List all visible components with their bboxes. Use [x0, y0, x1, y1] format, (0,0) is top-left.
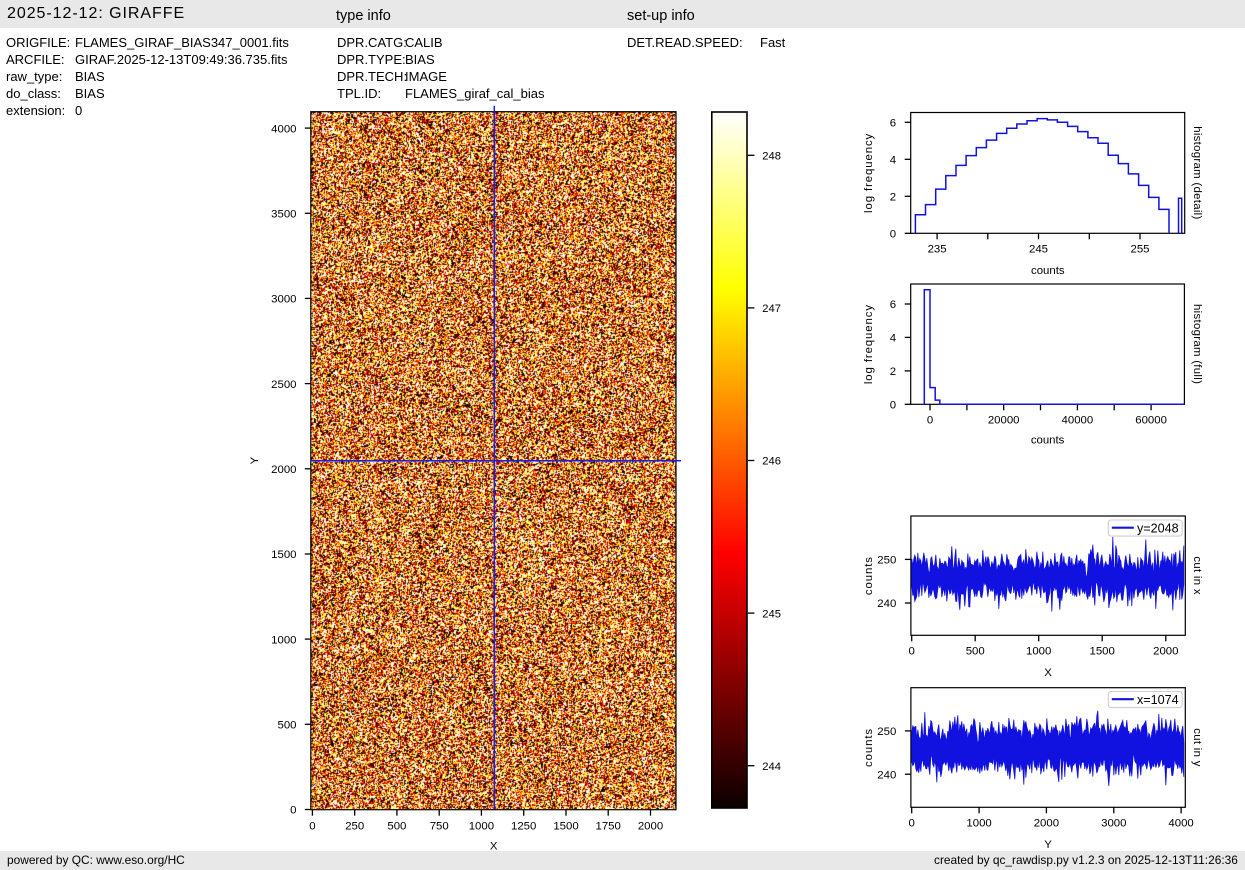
svg-text:500: 500: [387, 820, 406, 832]
svg-text:0: 0: [890, 229, 896, 241]
svg-text:counts: counts: [1031, 265, 1065, 277]
svg-text:counts: counts: [1031, 435, 1065, 447]
svg-text:248: 248: [762, 151, 781, 163]
svg-text:0: 0: [909, 646, 915, 658]
svg-text:2: 2: [890, 192, 896, 204]
svg-text:log frequency: log frequency: [863, 304, 875, 384]
svg-text:20000: 20000: [988, 415, 1020, 427]
svg-text:1500: 1500: [1090, 646, 1115, 658]
svg-text:4: 4: [890, 333, 896, 345]
svg-text:0: 0: [309, 820, 315, 832]
svg-text:3000: 3000: [1101, 818, 1126, 830]
svg-text:0: 0: [290, 805, 296, 817]
svg-text:4000: 4000: [271, 123, 296, 135]
svg-text:1000: 1000: [271, 634, 296, 646]
svg-text:x=1074: x=1074: [1137, 693, 1179, 707]
svg-text:2500: 2500: [271, 379, 296, 391]
svg-text:0: 0: [909, 818, 915, 830]
svg-text:60000: 60000: [1135, 415, 1167, 427]
svg-text:255: 255: [1130, 244, 1149, 256]
svg-text:3500: 3500: [271, 209, 296, 221]
svg-text:2: 2: [890, 366, 896, 378]
svg-text:6: 6: [890, 118, 896, 130]
svg-text:1500: 1500: [271, 549, 296, 561]
svg-text:235: 235: [928, 244, 947, 256]
svg-text:6: 6: [890, 299, 896, 311]
svg-text:cut in x: cut in x: [1191, 556, 1203, 595]
svg-text:1250: 1250: [511, 820, 536, 832]
svg-text:2000: 2000: [1034, 818, 1059, 830]
svg-text:2000: 2000: [638, 820, 663, 832]
svg-text:245: 245: [1029, 244, 1048, 256]
svg-text:0: 0: [890, 400, 896, 412]
svg-text:244: 244: [762, 761, 781, 773]
svg-text:4: 4: [890, 155, 896, 167]
svg-text:750: 750: [430, 820, 449, 832]
svg-text:Y: Y: [249, 456, 261, 464]
svg-text:1500: 1500: [553, 820, 578, 832]
svg-text:y=2048: y=2048: [1137, 522, 1179, 536]
svg-text:500: 500: [966, 646, 985, 658]
svg-text:1000: 1000: [966, 818, 991, 830]
svg-text:X: X: [1044, 667, 1052, 679]
svg-text:3000: 3000: [271, 294, 296, 306]
svg-text:counts: counts: [863, 556, 875, 595]
svg-text:histogram (full): histogram (full): [1191, 304, 1203, 384]
svg-text:1750: 1750: [596, 820, 621, 832]
svg-text:250: 250: [345, 820, 364, 832]
svg-text:Y: Y: [1044, 839, 1052, 851]
svg-text:246: 246: [762, 456, 781, 468]
svg-text:2000: 2000: [1153, 646, 1178, 658]
svg-text:240: 240: [877, 769, 896, 781]
svg-text:500: 500: [277, 720, 296, 732]
svg-text:240: 240: [877, 598, 896, 610]
svg-text:histogram (detail): histogram (detail): [1191, 126, 1203, 219]
svg-text:250: 250: [877, 726, 896, 738]
svg-text:cut in y: cut in y: [1191, 728, 1203, 767]
svg-text:4000: 4000: [1168, 818, 1193, 830]
svg-text:0: 0: [927, 415, 933, 427]
svg-text:counts: counts: [863, 728, 875, 767]
svg-text:1000: 1000: [1026, 646, 1051, 658]
svg-text:log frequency: log frequency: [863, 133, 875, 213]
svg-text:2000: 2000: [271, 464, 296, 476]
svg-text:250: 250: [877, 555, 896, 567]
svg-text:1000: 1000: [469, 820, 494, 832]
svg-text:247: 247: [762, 303, 781, 315]
svg-text:40000: 40000: [1062, 415, 1094, 427]
svg-text:245: 245: [762, 608, 781, 620]
